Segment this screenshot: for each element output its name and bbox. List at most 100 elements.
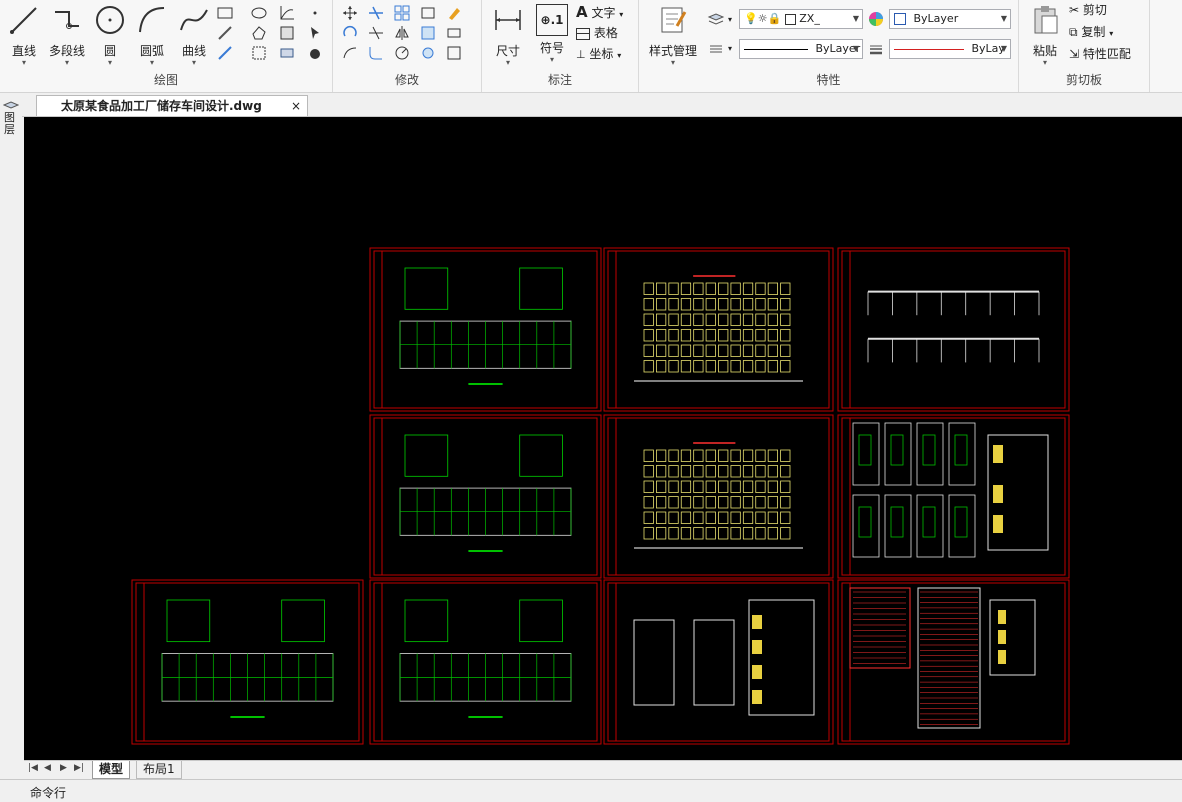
drawing-sheet — [603, 579, 834, 745]
chevron-down-icon: ▾ — [149, 58, 154, 67]
chevron-down-icon: ▾ — [64, 58, 69, 67]
next-layout-icon[interactable]: ▶ — [60, 763, 67, 773]
point-icon[interactable] — [306, 4, 324, 22]
copy-button[interactable]: ⧉ 复制 ▾ — [1069, 22, 1113, 42]
drawing-sheet — [837, 579, 1070, 745]
extend-icon[interactable] — [367, 24, 385, 42]
style-manager-button[interactable]: 样式管理 ▾ — [645, 2, 701, 67]
dimension-button[interactable]: 尺寸 ▾ — [486, 2, 530, 67]
draw-group: 直线 ▾ 多段线 ▾ 圆 ▾ 圆弧 ▾ 曲线 ▾ 绘图 — [0, 0, 333, 92]
polyline-button[interactable]: 多段线 ▾ — [44, 2, 90, 67]
clipboard-group-label: 剪切板 — [1065, 73, 1102, 87]
prev-layout-icon[interactable]: ◀ — [44, 763, 51, 773]
match-properties-button[interactable]: ⇲ 特性匹配 — [1069, 44, 1131, 64]
stretch-icon[interactable] — [445, 24, 463, 42]
text-button[interactable]: A 文字 ▾ — [576, 2, 623, 22]
explode-icon[interactable] — [419, 44, 437, 62]
copy-icon: ⧉ — [1069, 25, 1078, 39]
linetype-preview — [744, 48, 808, 50]
symbol-button[interactable]: ⊕.1 符号 ▾ — [530, 2, 574, 64]
layer-select[interactable]: 💡☼🔒 ZX_ ▼ — [739, 9, 863, 29]
arc-icon — [139, 7, 165, 33]
break-icon[interactable] — [393, 44, 411, 62]
drawing-canvas[interactable] — [24, 117, 1182, 760]
chevron-down-icon: ▼ — [1000, 14, 1007, 23]
scissors-icon: ✂ — [1069, 3, 1080, 17]
line-button[interactable]: 直线 ▾ — [2, 2, 46, 67]
ribbon: 直线 ▾ 多段线 ▾ 圆 ▾ 圆弧 ▾ 曲线 ▾ 绘图 修改 尺寸 ▾ ⊕.1 … — [0, 0, 1182, 93]
chevron-down-icon: ▾ — [619, 10, 624, 19]
axis-icon[interactable] — [278, 4, 296, 22]
hatch-icon[interactable] — [278, 24, 296, 42]
tab-model[interactable]: 模型 — [92, 761, 131, 779]
drawing-sheet — [369, 579, 602, 745]
table-label: 表格 — [593, 26, 618, 40]
drawing-sheet — [603, 247, 834, 412]
chevron-down-icon: ▾ — [617, 51, 622, 60]
revision-cloud-icon[interactable] — [250, 44, 268, 62]
block-icon[interactable] — [278, 44, 296, 62]
scale-icon[interactable] — [419, 24, 437, 42]
dimension-label: 尺寸 — [495, 44, 520, 58]
style-manager-icon — [661, 7, 687, 33]
last-layout-icon[interactable]: ▶| — [74, 763, 84, 773]
construction-line-icon[interactable] — [216, 24, 234, 42]
cursor-icon[interactable] — [306, 24, 324, 42]
dimension-icon — [495, 10, 521, 30]
annotate-group: 尺寸 ▾ ⊕.1 符号 ▾ A 文字 ▾ 表格 ⊥ 坐标 ▾ 标注 — [482, 0, 639, 92]
chevron-down-icon: ▼ — [852, 44, 859, 53]
copy-icon[interactable] — [341, 44, 359, 62]
ellipse-icon[interactable] — [250, 4, 268, 22]
paste-button[interactable]: 粘贴 ▾ — [1023, 2, 1067, 67]
trim-icon[interactable] — [367, 4, 385, 22]
clipboard-group: 粘贴 ▾ ✂ 剪切 ⧉ 复制 ▾ ⇲ 特性匹配 剪切板 — [1019, 0, 1150, 92]
polyline-label: 多段线 — [48, 44, 85, 58]
lineweight-icon[interactable] — [867, 40, 885, 58]
rectangle-icon[interactable] — [216, 4, 234, 22]
list-icon[interactable] — [707, 40, 725, 58]
chevron-down-icon: ▾ — [1042, 58, 1047, 67]
color-wheel-icon[interactable] — [867, 10, 885, 28]
layer-manager-icon[interactable] — [707, 10, 725, 28]
properties-group-label: 特性 — [816, 73, 841, 87]
arc-label: 圆弧 — [139, 44, 164, 58]
chevron-down-icon: ▾ — [728, 44, 733, 53]
join-icon[interactable] — [445, 44, 463, 62]
move-icon[interactable] — [341, 4, 359, 22]
array-icon[interactable] — [393, 4, 411, 22]
mirror-icon[interactable] — [393, 24, 411, 42]
rotate-icon[interactable] — [341, 24, 359, 42]
command-line[interactable]: 命令行 — [0, 779, 1182, 802]
close-icon[interactable]: × — [291, 96, 301, 116]
region-icon[interactable] — [250, 24, 268, 42]
document-tab-title: 太原某食品加工厂储存车间设计.dwg — [61, 99, 262, 113]
curve-button[interactable]: 曲线 ▾ — [172, 2, 216, 67]
coordinate-button[interactable]: ⊥ 坐标 ▾ — [576, 44, 621, 64]
table-button[interactable]: 表格 — [576, 23, 618, 43]
tab-layout1[interactable]: 布局1 — [136, 761, 182, 779]
first-layout-icon[interactable]: |◀ — [28, 763, 38, 773]
spline-icon — [180, 9, 208, 31]
ray-icon[interactable] — [216, 44, 234, 62]
drawing-sheet — [837, 247, 1070, 412]
document-tab[interactable]: 太原某食品加工厂储存车间设计.dwg × — [36, 95, 308, 116]
chevron-down-icon: ▾ — [191, 58, 196, 67]
color-select[interactable]: ByLayer ▼ — [889, 9, 1011, 29]
lineweight-select[interactable]: ByLay ▼ — [889, 39, 1011, 59]
erase-icon[interactable] — [445, 4, 463, 22]
paint-icon[interactable] — [306, 44, 324, 62]
symbol-label: 符号 — [539, 41, 564, 55]
match-properties-label: 特性匹配 — [1082, 47, 1131, 61]
text-label: 文字 — [591, 6, 616, 20]
drawing-sheet — [131, 579, 364, 745]
circle-icon — [96, 6, 124, 34]
chevron-down-icon: ▼ — [852, 14, 859, 23]
offset-icon[interactable] — [419, 4, 437, 22]
cut-button[interactable]: ✂ 剪切 — [1069, 0, 1107, 20]
linetype-select[interactable]: ByLayer ▼ — [739, 39, 863, 59]
circle-button[interactable]: 圆 ▾ — [88, 2, 132, 67]
side-panel-label[interactable]: 图层 — [4, 112, 16, 136]
arc-button[interactable]: 圆弧 ▾ — [130, 2, 174, 67]
chevron-down-icon: ▾ — [549, 55, 554, 64]
fillet-icon[interactable] — [367, 44, 385, 62]
